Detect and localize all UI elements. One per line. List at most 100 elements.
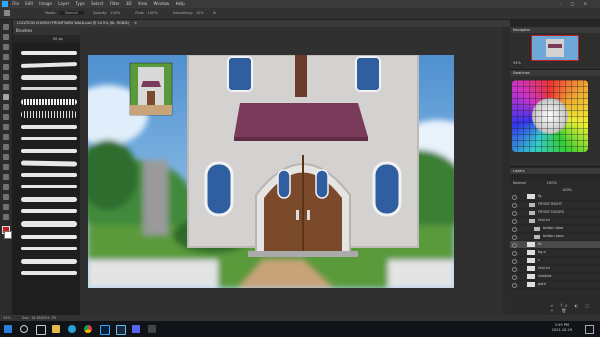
layer-row[interactable]: button door — [510, 225, 600, 233]
eye-icon[interactable] — [512, 203, 517, 208]
eye-icon[interactable] — [512, 235, 517, 240]
swatch-grid[interactable] — [512, 80, 588, 152]
eye-icon[interactable] — [512, 267, 517, 272]
brush-preset[interactable] — [21, 221, 77, 227]
brush-tool-icon[interactable] — [4, 10, 10, 16]
layer-row-selected[interactable]: fb — [510, 241, 600, 249]
blend-mode-select[interactable]: Normal — [513, 181, 526, 185]
brush-preset[interactable] — [21, 259, 77, 264]
healing-tool-icon[interactable] — [3, 84, 9, 90]
menu-window[interactable]: Window — [154, 1, 170, 6]
lasso-tool-icon[interactable] — [3, 44, 9, 50]
brush-size-field[interactable]: 50 px — [13, 35, 80, 43]
document-tab[interactable]: LOCATION CHURCH FRONTYARD WALK.psd @ 54.… — [13, 20, 510, 27]
artwork-canvas[interactable] — [88, 55, 454, 288]
pen-tool-icon[interactable] — [3, 164, 9, 170]
layer-fill-field[interactable]: 100% — [562, 188, 572, 192]
gear-icon[interactable]: ⚙ — [213, 11, 216, 15]
shape-tool-icon[interactable] — [3, 194, 9, 200]
close-tab-icon[interactable]: ✕ — [134, 21, 137, 25]
brush-preset[interactable] — [21, 247, 77, 250]
notification-icon[interactable] — [585, 325, 594, 334]
navigator-preview[interactable] — [531, 35, 579, 61]
menu-select[interactable]: Select — [91, 1, 103, 6]
brush-preset[interactable] — [20, 160, 78, 167]
brush-preset[interactable] — [21, 271, 77, 275]
stamp-tool-icon[interactable] — [3, 104, 9, 110]
background-color-swatch[interactable] — [4, 231, 12, 239]
marquee-tool-icon[interactable] — [3, 34, 9, 40]
eye-icon[interactable] — [512, 243, 517, 248]
history-brush-tool-icon[interactable] — [3, 114, 9, 120]
menu-3d[interactable]: 3D — [126, 1, 132, 6]
brush-tool-icon[interactable] — [3, 94, 9, 100]
layer-row[interactable]: church — [510, 217, 600, 225]
crop-tool-icon[interactable] — [3, 64, 9, 70]
task-view-icon[interactable] — [36, 325, 46, 335]
eye-icon[interactable] — [512, 211, 517, 216]
menu-filter[interactable]: Filter — [110, 1, 120, 6]
gradient-tool-icon[interactable] — [3, 134, 9, 140]
photoshop-taskbar-icon[interactable] — [100, 325, 110, 335]
brush-preset[interactable] — [21, 51, 77, 55]
navigator-zoom[interactable]: 54% — [510, 61, 600, 65]
dodge-tool-icon[interactable] — [3, 154, 9, 160]
menu-image[interactable]: Image — [39, 1, 52, 6]
layer-row[interactable]: path — [510, 281, 600, 289]
eye-icon[interactable] — [512, 195, 517, 200]
brush-preset[interactable] — [21, 75, 77, 80]
layer-row[interactable]: button pass — [510, 233, 600, 241]
layer-row[interactable]: church — [510, 265, 600, 273]
eraser-tool-icon[interactable] — [3, 124, 9, 130]
menu-edit[interactable]: Edit — [25, 1, 33, 6]
eye-icon[interactable] — [512, 259, 517, 264]
system-clock[interactable]: 2:59 PM 2021-10-29 — [552, 323, 572, 333]
eye-icon[interactable] — [512, 227, 517, 232]
brush-preset[interactable] — [21, 235, 77, 239]
quick-select-tool-icon[interactable] — [3, 54, 9, 60]
brush-preset[interactable] — [21, 197, 77, 202]
brush-preset[interactable] — [20, 62, 78, 68]
eye-icon[interactable] — [512, 219, 517, 224]
menu-view[interactable]: View — [138, 1, 148, 6]
steam-icon[interactable] — [116, 325, 126, 335]
file-explorer-icon[interactable] — [52, 325, 60, 333]
layer-opacity-field[interactable]: 100% — [547, 181, 557, 185]
hand-tool-icon[interactable] — [3, 204, 9, 210]
path-select-tool-icon[interactable] — [3, 184, 9, 190]
eyedropper-tool-icon[interactable] — [3, 74, 9, 80]
status-zoom[interactable]: 54% — [3, 316, 11, 320]
brush-preset[interactable] — [21, 99, 77, 105]
flow-field[interactable]: 100% — [148, 11, 158, 15]
discord-icon[interactable] — [132, 325, 140, 333]
brush-preset[interactable] — [21, 149, 77, 153]
brush-preset[interactable] — [21, 125, 77, 129]
layer-row[interactable]: shadow — [510, 273, 600, 281]
menu-file[interactable]: File — [12, 1, 19, 6]
search-icon[interactable] — [20, 325, 28, 333]
window-controls[interactable]: – □ ✕ — [559, 0, 591, 8]
app-icon[interactable] — [148, 325, 156, 333]
eye-icon[interactable] — [512, 251, 517, 256]
layer-row[interactable]: FRONT RIGHT — [510, 201, 600, 209]
chrome-icon[interactable] — [84, 325, 92, 333]
eye-icon[interactable] — [512, 283, 517, 288]
brush-preset[interactable] — [21, 137, 77, 140]
brush-preset[interactable] — [21, 173, 77, 177]
menu-layer[interactable]: Layer — [58, 1, 69, 6]
zoom-tool-icon[interactable] — [3, 214, 9, 220]
layer-row[interactable]: fg — [510, 193, 600, 201]
ps-logo[interactable] — [2, 1, 8, 7]
windows-start-icon[interactable] — [4, 325, 12, 333]
layer-row[interactable]: bg a — [510, 249, 600, 257]
eye-icon[interactable] — [512, 275, 517, 280]
brush-preset[interactable] — [21, 111, 77, 118]
opacity-field[interactable]: 100% — [110, 11, 120, 15]
layer-row[interactable]: c — [510, 257, 600, 265]
blur-tool-icon[interactable] — [3, 144, 9, 150]
smoothing-field[interactable]: 10% — [196, 11, 204, 15]
layer-row[interactable]: FRONT DOORS — [510, 209, 600, 217]
brush-preset[interactable] — [21, 185, 77, 188]
mode-select[interactable]: Normal — [58, 11, 84, 15]
edge-icon[interactable] — [68, 325, 76, 333]
